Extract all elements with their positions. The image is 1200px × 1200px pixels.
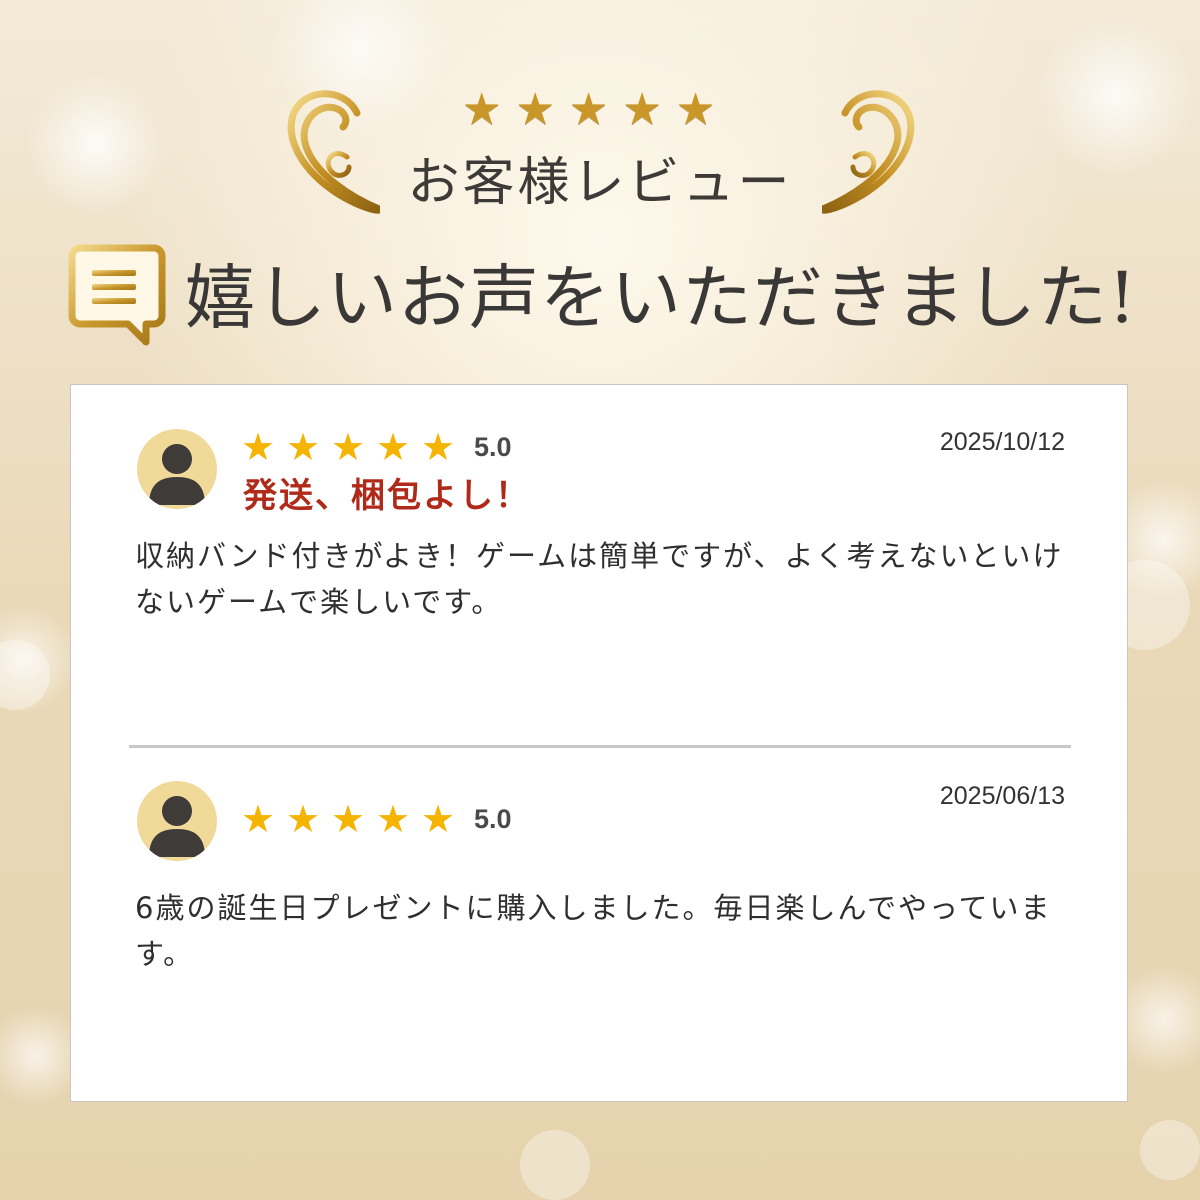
star-icon: ★ bbox=[376, 425, 411, 469]
bokeh-light bbox=[0, 640, 50, 710]
review-body: 収納バンド付きがよき！ゲームは簡単ですが、よく考えないといけないゲームで楽しいで… bbox=[135, 539, 1064, 619]
rating-score: 5.0 bbox=[474, 804, 512, 834]
review-date: 2025/06/13 bbox=[939, 782, 1065, 810]
review-date: 2025/10/12 bbox=[939, 428, 1065, 456]
review-card: ★ ★ ★ ★ ★ 5.0 2025/10/12 発送、梱包よし！ 収納バンド付… bbox=[70, 384, 1128, 1102]
page-subtitle: お客様レビュー bbox=[407, 153, 793, 213]
star-icon: ★ bbox=[568, 84, 609, 135]
user-avatar-icon bbox=[137, 429, 217, 509]
rating-score: 5.0 bbox=[474, 432, 512, 462]
bokeh-light bbox=[1140, 1120, 1200, 1180]
star-icon: ★ bbox=[286, 797, 321, 841]
star-icon: ★ bbox=[421, 797, 456, 841]
star-icon: ★ bbox=[331, 797, 366, 841]
star-icon: ★ bbox=[286, 425, 321, 469]
star-icon: ★ bbox=[376, 797, 411, 841]
star-icon: ★ bbox=[421, 425, 456, 469]
star-rating: ★ ★ ★ ★ ★ 5.0 bbox=[241, 427, 512, 467]
star-icon: ★ bbox=[241, 797, 276, 841]
header: ★ ★ ★ ★ ★ お客様レビュー 嬉しいお声をいただきました! bbox=[0, 0, 1200, 380]
user-avatar-icon bbox=[137, 781, 217, 861]
review-title: 発送、梱包よし！ bbox=[243, 476, 531, 516]
star-icon: ★ bbox=[331, 425, 366, 469]
page-title: 嬉しいお声をいただきました! bbox=[185, 257, 1138, 339]
chat-bubble-icon bbox=[68, 244, 166, 346]
star-rating: ★ ★ ★ ★ ★ 5.0 bbox=[241, 799, 512, 839]
review-body: 6歳の誕生日プレゼントに購入しました。毎日楽しんでやっています。 bbox=[135, 891, 1052, 971]
star-icon: ★ bbox=[622, 84, 662, 135]
star-icon: ★ bbox=[462, 84, 502, 135]
bokeh-light bbox=[520, 1130, 590, 1200]
review-item: ★ ★ ★ ★ ★ 5.0 2025/10/12 発送、梱包よし！ 収納バンド付… bbox=[71, 385, 1127, 745]
star-icon: ★ bbox=[241, 425, 276, 469]
review-item: ★ ★ ★ ★ ★ 5.0 2025/06/13 6歳の誕生日プレゼントに購入し… bbox=[71, 745, 1127, 1101]
star-icon: ★ bbox=[515, 84, 555, 135]
header-star-rating: ★ ★ ★ ★ ★ bbox=[462, 88, 742, 132]
star-icon: ★ bbox=[675, 84, 716, 135]
